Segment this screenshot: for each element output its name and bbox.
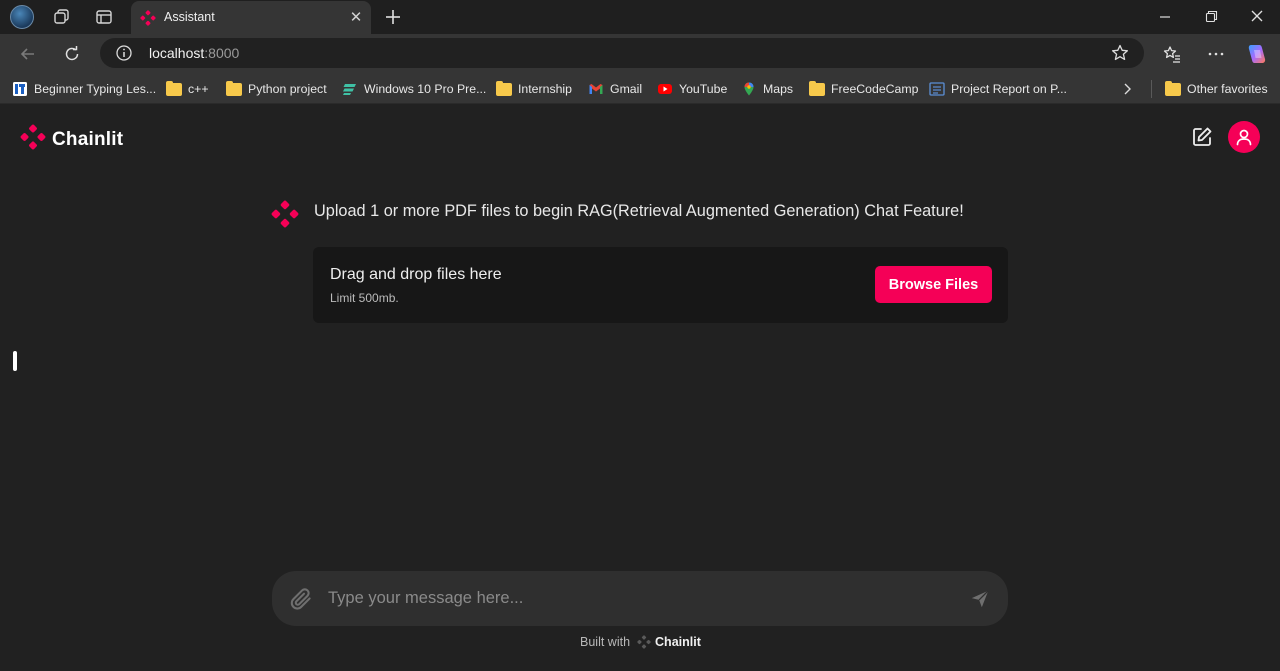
- favorites-icon[interactable]: [1159, 41, 1185, 67]
- tab-actions-icon[interactable]: [92, 5, 116, 29]
- browse-files-button[interactable]: Browse Files: [875, 266, 992, 303]
- bookmark-item[interactable]: Python project: [226, 80, 327, 98]
- brand-logo[interactable]: Chainlit: [20, 124, 123, 155]
- footer-brand: Chainlit: [655, 635, 701, 649]
- bookmark-item[interactable]: Project Report on P...: [929, 80, 1067, 98]
- bookmark-label: Internship: [518, 82, 573, 96]
- close-tab-icon[interactable]: ✕: [347, 9, 365, 27]
- browser-toolbar: localhost:8000: [0, 34, 1280, 72]
- chainlit-favicon-icon: [140, 10, 156, 31]
- folder-icon: [226, 80, 242, 97]
- app-main: Chainlit Upload 1 or more PDF files to b…: [0, 105, 1280, 671]
- bookmark-label: Gmail: [610, 82, 643, 96]
- bookmark-item[interactable]: c++: [166, 80, 209, 98]
- url-host: localhost: [149, 45, 205, 61]
- browser-titlebar: Assistant ✕: [0, 0, 1280, 34]
- url-text: localhost:8000: [149, 45, 239, 61]
- footer-prefix: Built with: [580, 635, 631, 649]
- bookmark-label: Project Report on P...: [951, 82, 1067, 96]
- bookmarks-divider: [1151, 80, 1152, 98]
- other-favorites[interactable]: Other favorites: [1165, 80, 1268, 98]
- new-tab-icon[interactable]: [381, 5, 405, 29]
- bookmark-label: c++: [188, 82, 209, 96]
- chainlit-logo-icon: [20, 124, 46, 155]
- assistant-avatar-icon: [271, 200, 299, 233]
- send-icon[interactable]: [969, 588, 991, 615]
- tab-title: Assistant: [164, 10, 215, 24]
- message-composer: [272, 571, 1008, 626]
- bookmark-item[interactable]: Internship: [496, 80, 572, 98]
- bookmark-item[interactable]: Windows 10 Pro Pre...: [342, 80, 486, 98]
- folder-icon: [166, 80, 182, 97]
- tab-assistant[interactable]: Assistant ✕: [131, 1, 371, 34]
- brand-name: Chainlit: [52, 128, 124, 150]
- profile-avatar[interactable]: [10, 5, 34, 29]
- more-options-icon[interactable]: [1203, 41, 1229, 67]
- bookmark-item[interactable]: YouTube: [657, 80, 727, 98]
- refresh-icon[interactable]: [59, 41, 85, 67]
- new-chat-icon[interactable]: [1190, 125, 1214, 149]
- folder-icon: [1165, 80, 1181, 97]
- url-port: :8000: [204, 45, 240, 61]
- copilot-icon[interactable]: [1244, 41, 1270, 67]
- file-dropzone[interactable]: Drag and drop files here Limit 500mb. Br…: [313, 247, 1008, 323]
- address-bar[interactable]: localhost:8000: [100, 38, 1144, 68]
- bookmark-label: YouTube: [679, 82, 728, 96]
- bookmark-label: Windows 10 Pro Pre...: [364, 82, 487, 96]
- bookmark-item[interactable]: Beginner Typing Les...: [12, 80, 156, 98]
- typing-icon: [12, 81, 28, 97]
- minimize-icon[interactable]: [1152, 5, 1178, 29]
- dropzone-limit: Limit 500mb.: [330, 291, 399, 305]
- assistant-message: Upload 1 or more PDF files to begin RAG(…: [314, 202, 964, 220]
- message-input[interactable]: [328, 585, 948, 611]
- favorite-star-icon[interactable]: [1110, 43, 1130, 68]
- bookmarks-overflow-chevron-icon[interactable]: [1120, 80, 1134, 98]
- youtube-icon: [657, 81, 673, 97]
- close-window-icon[interactable]: [1244, 5, 1270, 29]
- maps-icon: [741, 81, 757, 97]
- bookmark-label: Python project: [248, 82, 327, 96]
- folder-icon: [809, 80, 825, 97]
- bookmarks-bar: Beginner Typing Les... c++ Python projec…: [0, 72, 1280, 104]
- dropzone-title: Drag and drop files here: [330, 266, 502, 283]
- paperclip-icon[interactable]: [288, 586, 314, 617]
- report-icon: [929, 81, 945, 97]
- bookmark-label: Maps: [763, 82, 794, 96]
- user-avatar-icon[interactable]: [1228, 121, 1260, 153]
- built-with-footer[interactable]: Built with Chainlit: [580, 635, 701, 649]
- bookmark-item[interactable]: Gmail: [588, 80, 642, 98]
- bookmark-item[interactable]: FreeCodeCamp: [809, 80, 918, 98]
- back-icon[interactable]: [15, 41, 41, 67]
- text-cursor: [13, 351, 17, 371]
- workspaces-icon[interactable]: [50, 5, 74, 29]
- folder-icon: [496, 80, 512, 97]
- gmail-icon: [588, 81, 604, 97]
- bookmark-label: FreeCodeCamp: [831, 82, 919, 96]
- bookmark-item[interactable]: Maps: [741, 80, 793, 98]
- bookmark-label: Beginner Typing Les...: [34, 82, 157, 96]
- other-favorites-label: Other favorites: [1187, 82, 1268, 96]
- restore-icon[interactable]: [1198, 5, 1224, 29]
- windows-icon: [342, 81, 358, 97]
- chainlit-footer-logo-icon: [637, 635, 651, 649]
- site-info-icon[interactable]: [115, 44, 133, 67]
